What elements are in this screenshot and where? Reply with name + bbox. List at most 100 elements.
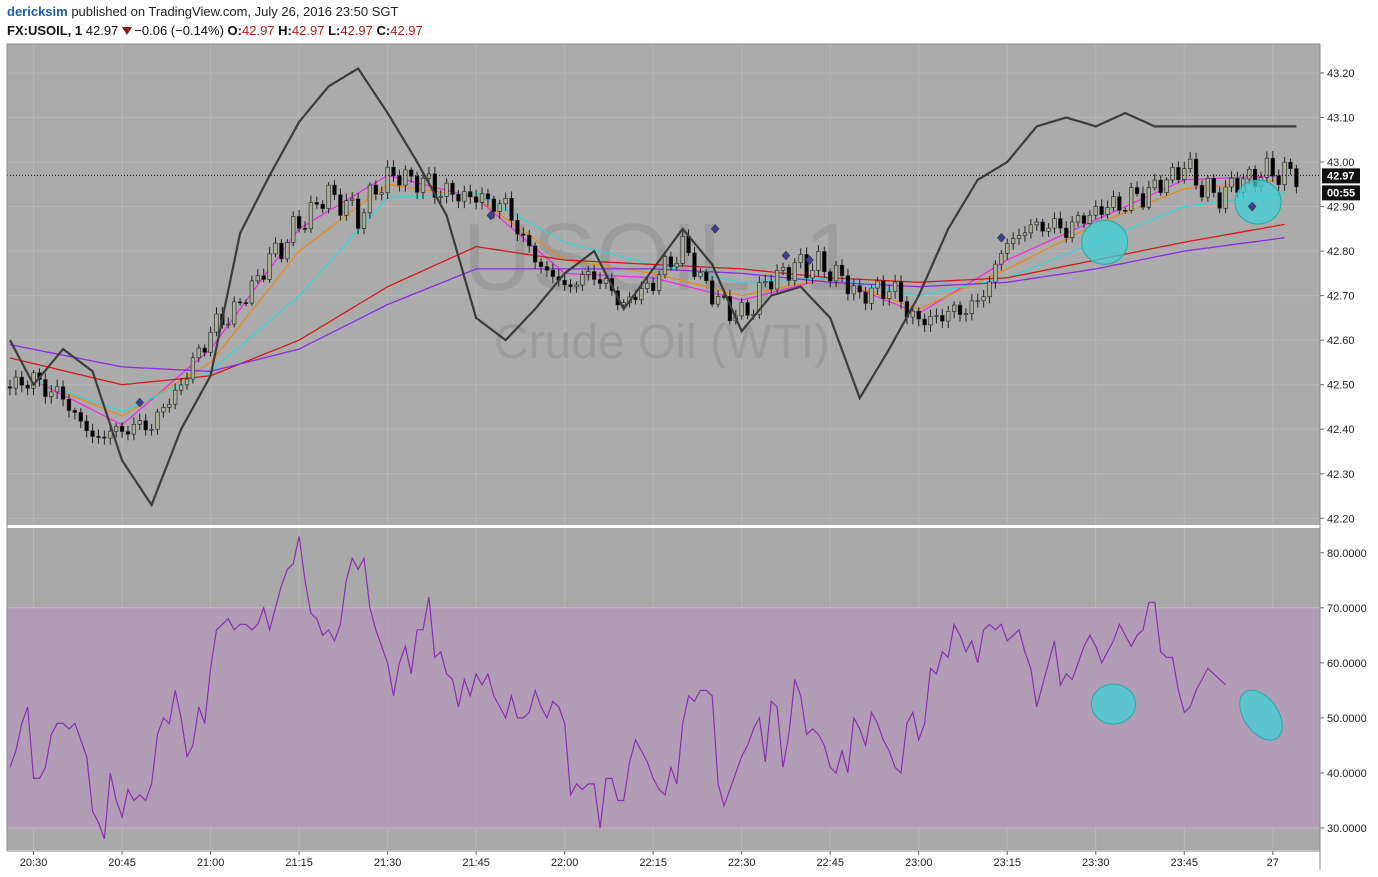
candle[interactable] <box>55 386 60 393</box>
candle[interactable] <box>521 233 526 236</box>
candle[interactable] <box>1040 221 1045 232</box>
candle[interactable] <box>403 169 408 186</box>
candle[interactable] <box>1158 179 1163 193</box>
candle[interactable] <box>326 184 331 209</box>
candle[interactable] <box>385 166 390 194</box>
candle[interactable] <box>285 242 290 260</box>
candle[interactable] <box>1247 168 1252 180</box>
candle[interactable] <box>550 269 555 277</box>
candle[interactable] <box>1046 227 1051 232</box>
candle[interactable] <box>1075 215 1081 223</box>
candle[interactable] <box>674 263 679 268</box>
candle[interactable] <box>645 282 650 289</box>
candle[interactable] <box>887 291 892 299</box>
candle[interactable] <box>1282 161 1287 185</box>
candle[interactable] <box>993 263 998 283</box>
candle[interactable] <box>1070 221 1075 238</box>
candle[interactable] <box>1276 175 1281 185</box>
candle[interactable] <box>881 280 886 299</box>
candle[interactable] <box>1223 186 1228 209</box>
candle[interactable] <box>350 198 355 201</box>
candle[interactable] <box>102 436 107 439</box>
candle[interactable] <box>698 272 703 277</box>
candle[interactable] <box>1081 215 1087 224</box>
candle[interactable] <box>125 431 131 435</box>
candle[interactable] <box>1211 178 1216 193</box>
candle[interactable] <box>822 251 827 273</box>
candle[interactable] <box>420 177 426 193</box>
candle[interactable] <box>338 194 343 216</box>
candle[interactable] <box>7 386 13 389</box>
candle[interactable] <box>373 184 378 195</box>
candle[interactable] <box>527 235 532 247</box>
candle[interactable] <box>1164 179 1169 193</box>
candle[interactable] <box>25 384 30 389</box>
candle[interactable] <box>468 191 473 198</box>
candle[interactable] <box>810 270 815 279</box>
candle[interactable] <box>379 192 384 195</box>
candle[interactable] <box>237 301 243 304</box>
candle[interactable] <box>1093 206 1098 216</box>
candle[interactable] <box>710 280 715 305</box>
candle[interactable] <box>1288 161 1293 169</box>
candle[interactable] <box>43 379 48 397</box>
candle[interactable] <box>928 316 933 326</box>
candle[interactable] <box>273 242 278 255</box>
candle[interactable] <box>1016 235 1022 239</box>
candle[interactable] <box>60 386 66 400</box>
candle[interactable] <box>1270 157 1275 177</box>
candle[interactable] <box>84 420 89 432</box>
candle[interactable] <box>574 284 579 287</box>
candle[interactable] <box>586 271 591 275</box>
candle[interactable] <box>898 281 904 302</box>
candle[interactable] <box>1058 218 1063 229</box>
candle[interactable] <box>1152 179 1157 189</box>
candle[interactable] <box>603 278 609 284</box>
candle[interactable] <box>108 430 113 439</box>
candle[interactable] <box>503 197 508 205</box>
candle[interactable] <box>361 212 367 229</box>
candle[interactable] <box>1117 196 1122 211</box>
candle[interactable] <box>1182 168 1187 180</box>
candle[interactable] <box>173 389 178 405</box>
candle[interactable] <box>680 235 685 264</box>
candle[interactable] <box>999 253 1004 265</box>
candle[interactable] <box>314 202 319 205</box>
candle[interactable] <box>261 275 266 280</box>
candle[interactable] <box>414 175 420 193</box>
candle[interactable] <box>1170 167 1175 181</box>
candle[interactable] <box>1140 193 1146 208</box>
candle[interactable] <box>1229 177 1234 188</box>
candle[interactable] <box>1134 187 1140 194</box>
candle[interactable] <box>1011 238 1016 244</box>
candle[interactable] <box>167 403 172 408</box>
candle[interactable] <box>774 269 780 290</box>
candle[interactable] <box>1099 206 1104 215</box>
candle[interactable] <box>1064 227 1069 238</box>
candle[interactable] <box>816 251 821 271</box>
candle[interactable] <box>833 264 839 282</box>
candle[interactable] <box>444 182 449 197</box>
candle[interactable] <box>851 285 856 295</box>
candle[interactable] <box>863 291 868 304</box>
candle[interactable] <box>438 196 443 198</box>
candle[interactable] <box>137 420 142 425</box>
candle[interactable] <box>1105 207 1110 215</box>
candle[interactable] <box>78 412 83 422</box>
chart-canvas[interactable]: USOIL, 1Crude Oil (WTI) 43.2043.1043.004… <box>0 0 1378 877</box>
candle[interactable] <box>952 304 957 312</box>
candle[interactable] <box>155 411 160 430</box>
candle[interactable] <box>981 296 986 302</box>
candle[interactable] <box>355 198 361 229</box>
candle[interactable] <box>479 193 485 203</box>
candle[interactable] <box>515 220 520 235</box>
candle[interactable] <box>592 271 597 280</box>
candle[interactable] <box>1294 168 1299 188</box>
candle[interactable] <box>143 420 148 431</box>
candle[interactable] <box>739 302 744 317</box>
candle[interactable] <box>715 296 721 305</box>
candle[interactable] <box>668 256 674 268</box>
candle[interactable] <box>857 285 862 293</box>
candle[interactable] <box>798 254 803 264</box>
candle[interactable] <box>568 284 573 287</box>
